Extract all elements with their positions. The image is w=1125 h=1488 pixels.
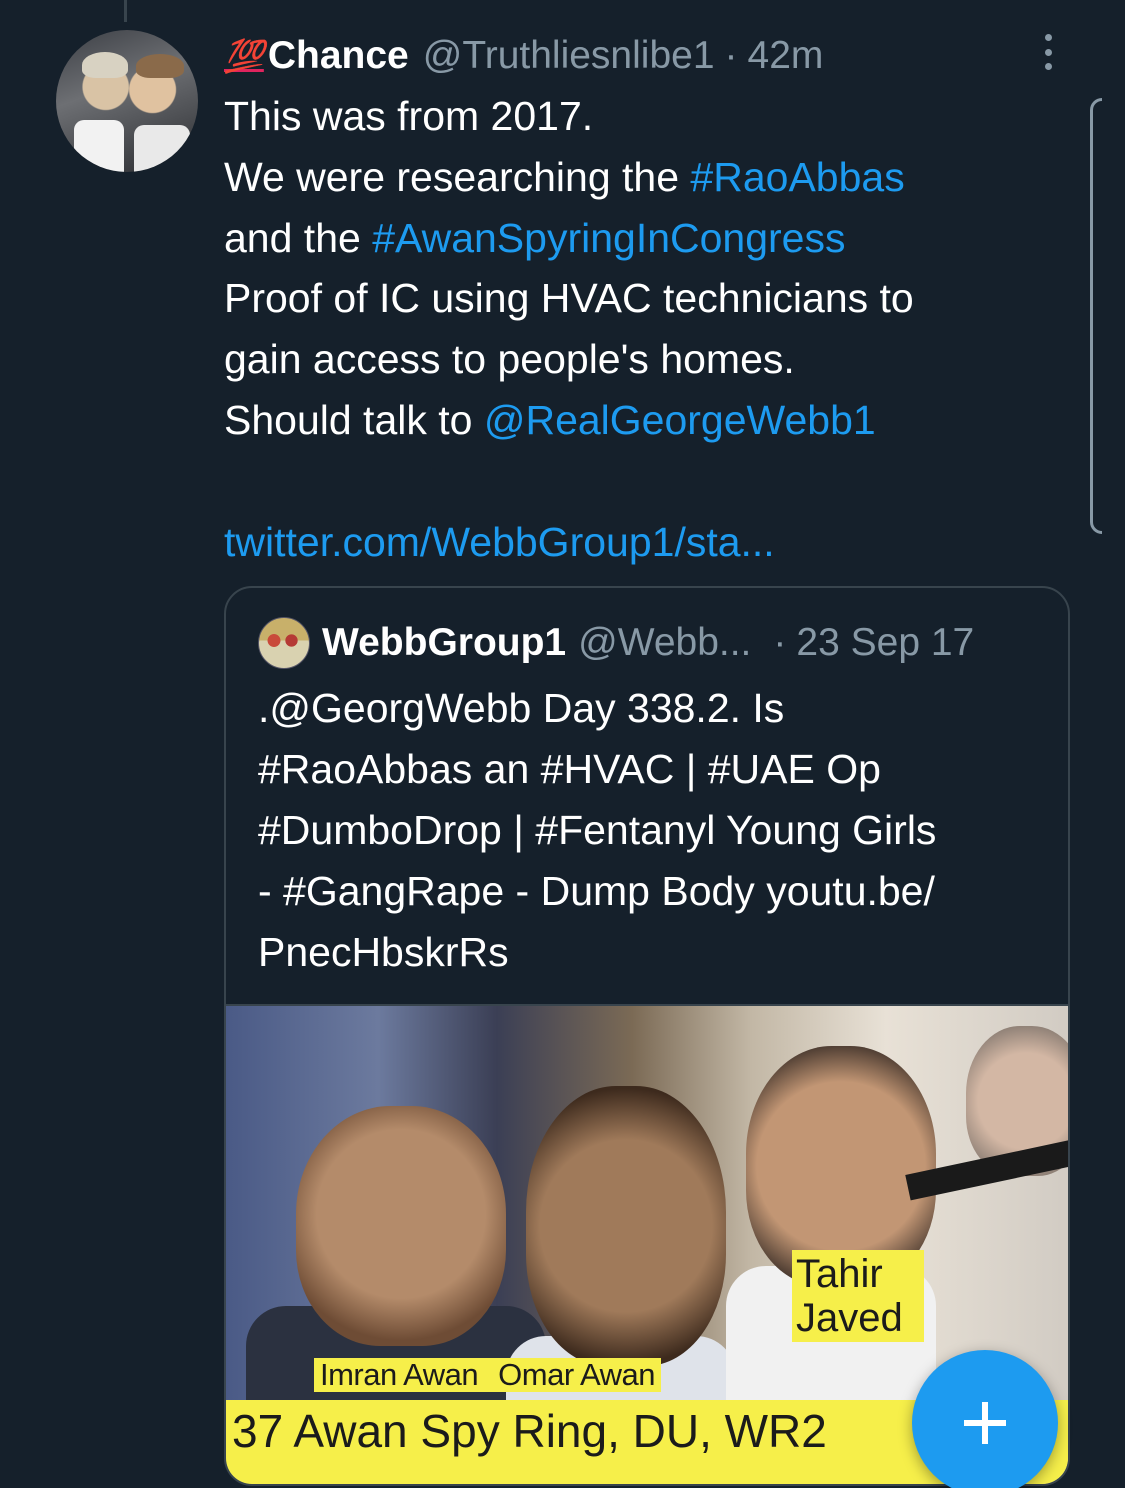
caption-names: Imran Awan Omar Awan — [314, 1357, 662, 1392]
separator-dot: · — [724, 34, 738, 77]
plus-icon — [964, 1402, 1006, 1444]
quoted-tweet-header: WebbGroup1 @Webb... · 23 Sep 17 — [258, 616, 974, 670]
tweet-link[interactable]: twitter.com/WebbGroup1/sta... — [224, 512, 775, 572]
tweet-text-line: gain access to people's homes. — [224, 329, 1084, 390]
hundred-points-emoji: 💯 — [224, 37, 264, 75]
tweet-text-line: This was from 2017. — [224, 86, 1084, 147]
hashtag-link[interactable]: #RaoAbbas — [690, 154, 904, 200]
caption-javed: Javed — [796, 1296, 903, 1340]
tweet-text: This was from 2017. We were researching t… — [224, 86, 1084, 451]
tweet-text-line: Should talk to @RealGeorgeWebb1 — [224, 390, 1084, 451]
more-vertical-icon[interactable] — [1040, 34, 1056, 70]
caption-tahir-javed: Tahir Javed — [792, 1250, 924, 1342]
tweet-text-line: Proof of IC using HVAC technicians to — [224, 268, 1084, 329]
tweet-text-segment: gain access to people's homes. — [224, 336, 795, 383]
caption-tahir: Tahir — [796, 1252, 883, 1296]
quoted-tweet-date: 23 Sep 17 — [796, 621, 975, 664]
caption-imran: Imran Awan — [320, 1357, 479, 1392]
scrollbar[interactable] — [1090, 98, 1102, 534]
tweet-text-segment: Proof of IC using HVAC technicians to — [224, 275, 914, 322]
quoted-tweet-text: .@GeorgWebb Day 338.2. Is #RaoAbbas an #… — [258, 678, 1058, 983]
thread-connector-line — [124, 0, 127, 22]
quoted-author-name: WebbGroup1 — [322, 621, 567, 664]
tweet-text-line: and the #AwanSpyringInCongress — [224, 208, 1084, 269]
quoted-text-line: - #GangRape - Dump Body youtu.be/ — [258, 868, 935, 914]
quoted-text-line: #DumboDrop | #Fentanyl Young Girls — [258, 807, 937, 853]
hashtag-link[interactable]: #AwanSpyringInCongress — [372, 215, 845, 261]
quoted-text-line: #RaoAbbas an #HVAC | #UAE Op — [258, 746, 881, 792]
avatar[interactable] — [56, 30, 198, 172]
quoted-author-handle: @Webb... — [578, 621, 752, 664]
tweet-text-segment: We were researching the — [224, 153, 691, 200]
author-name[interactable]: Chance — [268, 34, 409, 78]
tweet-text-segment: Should talk to — [224, 396, 484, 443]
quoted-tweet-card[interactable]: WebbGroup1 @Webb... · 23 Sep 17 .@GeorgW… — [224, 586, 1070, 1486]
quoted-text-line: .@GeorgWebb Day 338.2. Is — [258, 685, 785, 731]
mention-link[interactable]: @RealGeorgeWebb1 — [484, 397, 876, 443]
separator-dot: · — [773, 621, 787, 664]
quoted-text-line: PnecHbskrRs — [258, 929, 509, 975]
author-handle[interactable]: @Truthliesnlibe1 — [423, 34, 715, 78]
tweet-text-line: We were researching the #RaoAbbas — [224, 147, 1084, 208]
caption-omar: Omar Awan — [498, 1357, 656, 1392]
quoted-avatar[interactable] — [258, 617, 310, 669]
tweet-time[interactable]: 42m — [748, 34, 824, 78]
tweet-header: 💯 Chance @Truthliesnlibe1 · 42m — [224, 30, 823, 82]
tweet-text-segment: This was from 2017. — [224, 93, 594, 139]
compose-tweet-button[interactable] — [912, 1350, 1058, 1488]
tweet-text-segment: and the — [224, 214, 373, 261]
